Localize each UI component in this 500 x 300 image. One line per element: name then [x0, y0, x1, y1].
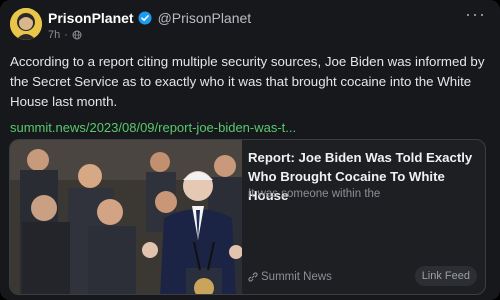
post-text: According to a report citing multiple se…	[10, 54, 485, 109]
meta-separator: ·	[64, 29, 68, 41]
post-link[interactable]: summit.news/2023/08/09/report-joe-biden-…	[10, 120, 296, 135]
link-feed-button[interactable]: Link Feed	[414, 266, 477, 286]
author-name[interactable]: PrisonPlanet	[48, 10, 134, 26]
preview-source: Summit News	[248, 271, 332, 283]
post-timestamp[interactable]: 7h	[48, 29, 60, 41]
author-handle[interactable]: @PrisonPlanet	[158, 10, 252, 26]
post-meta: 7h ·	[48, 29, 82, 41]
more-menu-icon[interactable]: ···	[465, 5, 486, 23]
preview-description: It was someone within the	[248, 188, 381, 200]
avatar-image	[10, 8, 42, 40]
author-avatar[interactable]	[10, 8, 42, 40]
globe-icon	[72, 30, 82, 40]
preview-image[interactable]	[10, 140, 242, 294]
link-preview-card[interactable]: Report: Joe Biden Was Told Exactly Who B…	[9, 139, 486, 295]
preview-source-label: Summit News	[261, 271, 332, 283]
post-header: PrisonPlanet @PrisonPlanet	[48, 10, 251, 26]
link-icon	[248, 272, 258, 282]
preview-photo	[10, 140, 242, 294]
verified-badge-icon	[138, 11, 152, 25]
post-card: PrisonPlanet @PrisonPlanet 7h · ··· Acco…	[0, 0, 500, 300]
